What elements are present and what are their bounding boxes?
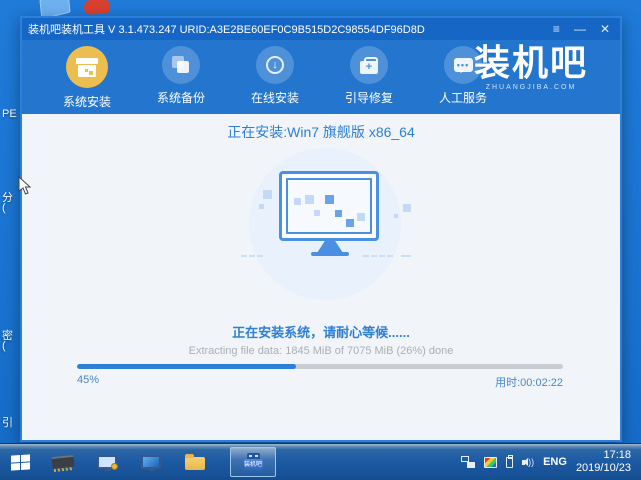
- display-color-icon[interactable]: [484, 456, 498, 468]
- installer-window: 装机吧装机工具 V 3.1.473.247 URID:A3E2BE60EF0C9…: [20, 16, 622, 442]
- taskbar-item-remote-tool[interactable]: [92, 448, 122, 476]
- progress-percent: 45%: [77, 374, 100, 386]
- decor-square: [259, 204, 264, 209]
- decor-dash: [241, 255, 263, 257]
- decor-square: [294, 198, 301, 205]
- package-box-icon: [66, 46, 108, 88]
- decor-square: [346, 219, 354, 227]
- desktop-label-fragment[interactable]: (: [2, 340, 6, 352]
- windows-logo-icon: [10, 453, 30, 471]
- taskbar: 装机吧 )) ENG 17:18 2019/10/23: [0, 443, 641, 480]
- decor-square: [314, 210, 320, 216]
- network-icon[interactable]: [461, 456, 476, 468]
- nav-item-online-install[interactable]: ↓ 在线安装: [228, 46, 322, 106]
- monitor-stand-base: [311, 252, 349, 256]
- decor-dash: [363, 255, 393, 257]
- usb-drive-label: 装机吧: [243, 459, 263, 471]
- decor-square: [403, 204, 411, 212]
- taskbar-item-usb-installer-active[interactable]: 装机吧: [230, 447, 276, 477]
- language-indicator[interactable]: ENG: [543, 456, 567, 468]
- nav-label: 在线安装: [250, 91, 299, 105]
- nav-label: 引导修复: [344, 91, 393, 105]
- taskbar-item-memory-chip[interactable]: [48, 448, 78, 476]
- decor-square: [357, 213, 365, 221]
- computer-key-icon: [97, 455, 118, 471]
- download-circle-icon: ↓: [256, 46, 294, 84]
- window-titlebar[interactable]: 装机吧装机工具 V 3.1.473.247 URID:A3E2BE60EF0C9…: [22, 18, 620, 40]
- clock[interactable]: 17:18 2019/10/23: [576, 449, 635, 475]
- install-progress-panel: 正在安装:Win7 旗舰版 x86_64 正在安装系统，请耐心等候...... …: [22, 114, 620, 440]
- nav-item-system-backup[interactable]: 系统备份: [134, 46, 228, 106]
- start-button[interactable]: [0, 444, 40, 480]
- status-message-cn: 正在安装系统，请耐心等候......: [232, 325, 410, 340]
- status-message-en: Extracting file data: 1845 MiB of 7075 M…: [188, 345, 454, 357]
- monitor-illustration: [219, 146, 439, 312]
- taskbar-item-computer[interactable]: [136, 448, 166, 476]
- decor-dash: [401, 255, 411, 257]
- taskbar-item-file-explorer[interactable]: [180, 448, 210, 476]
- progress-bar-fill: [77, 364, 296, 369]
- usb-drive-icon: 装机吧: [243, 453, 263, 471]
- decor-square: [335, 210, 342, 217]
- desktop-shortcut-icon[interactable]: [83, 0, 111, 15]
- decor-square: [263, 190, 272, 199]
- desktop-label-fragment[interactable]: (: [2, 202, 6, 214]
- clock-time: 17:18: [603, 449, 631, 461]
- monitor-graphic: [279, 171, 379, 241]
- progress-bar: [77, 364, 563, 369]
- clock-date: 2019/10/23: [575, 462, 631, 474]
- decor-square: [394, 214, 398, 218]
- nav-item-system-install[interactable]: 系统安装: [40, 46, 134, 110]
- mouse-cursor: [18, 175, 32, 201]
- speaker-icon[interactable]: )): [522, 457, 534, 467]
- window-title: 装机吧装机工具 V 3.1.473.247 URID:A3E2BE60EF0C9…: [28, 24, 425, 36]
- decor-square: [305, 195, 314, 204]
- logo-wordmark: 装机吧: [473, 43, 588, 84]
- monitor-screen: [286, 178, 372, 234]
- menu-icon[interactable]: ≡: [553, 23, 560, 35]
- repair-toolbox-icon: +: [350, 46, 388, 84]
- backup-copies-icon: [162, 46, 200, 84]
- desktop-label-fragment[interactable]: 引: [2, 414, 13, 430]
- nav-label: 系统安装: [62, 95, 111, 109]
- brand-logo: 装机吧 ZHUANGJIBA.COM: [456, 42, 606, 91]
- elapsed-time: 用时:00:02:22: [495, 377, 563, 389]
- minimize-icon[interactable]: —: [574, 23, 586, 35]
- nav-label: 人工服务: [438, 91, 487, 105]
- memory-chip-icon: [51, 454, 75, 470]
- folder-icon: [185, 454, 205, 470]
- close-icon[interactable]: ✕: [600, 23, 610, 35]
- nav-item-boot-repair[interactable]: + 引导修复: [322, 46, 416, 106]
- usb-device-icon[interactable]: [506, 454, 514, 468]
- nav-label: 系统备份: [156, 91, 205, 105]
- desktop-label-fragment[interactable]: PE: [2, 108, 17, 120]
- decor-square: [325, 195, 334, 204]
- installing-title: 正在安装:Win7 旗舰版 x86_64: [227, 124, 415, 140]
- system-tray: )) ENG 17:18 2019/10/23: [461, 444, 641, 480]
- computer-display-icon: [141, 455, 161, 471]
- nav-bar: 系统安装 系统备份 ↓ 在线安装 + 引导修复 ••• 人工服务 装机吧 ZHU…: [22, 40, 620, 114]
